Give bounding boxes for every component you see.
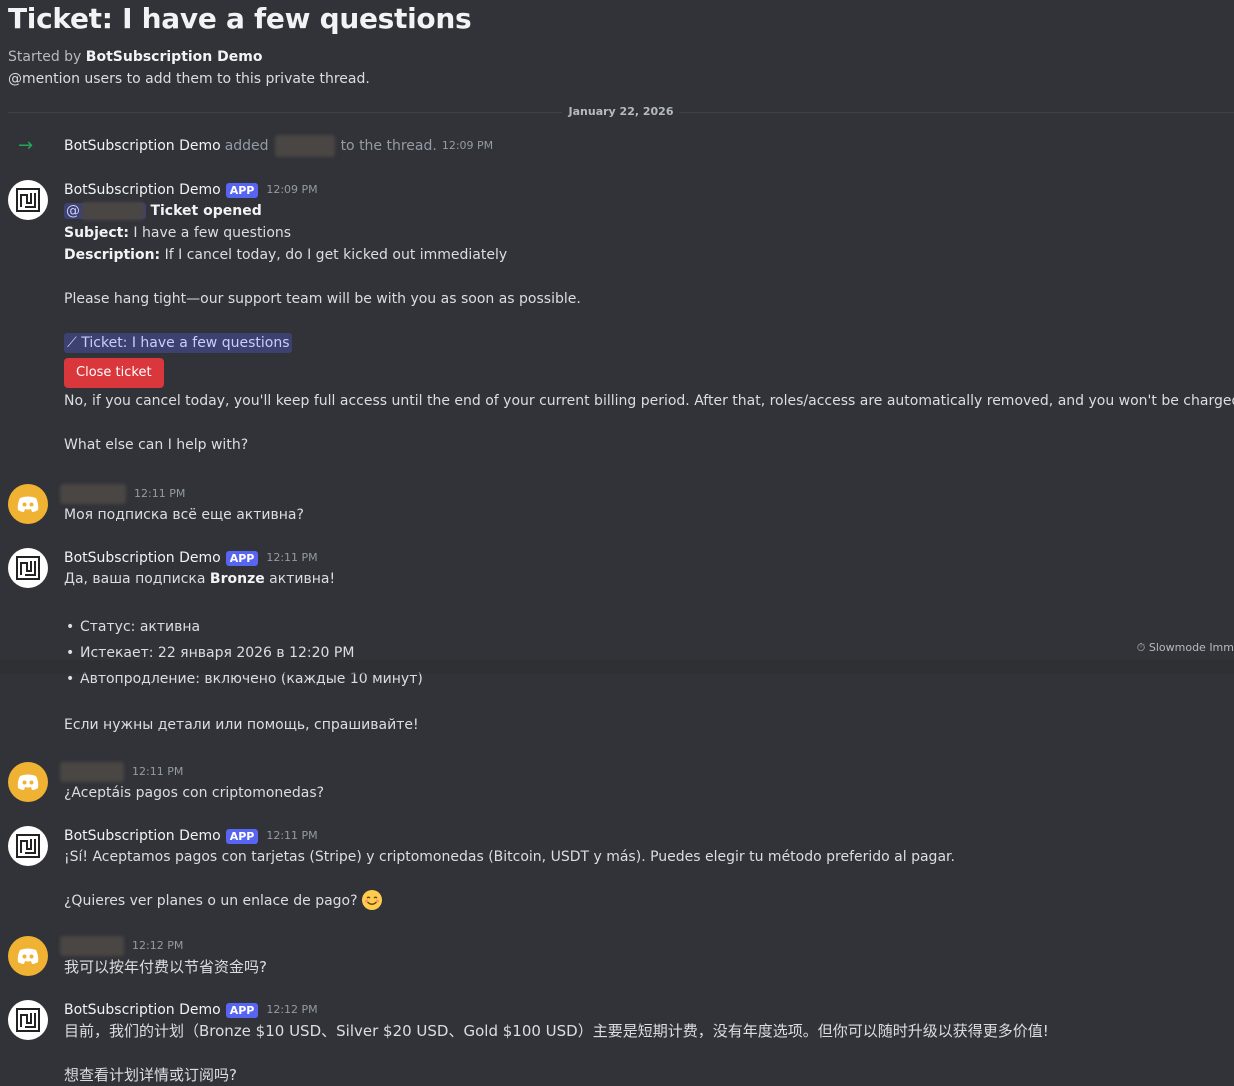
app-badge: APP — [225, 550, 259, 566]
author-name[interactable]: BotSubscription Demo — [64, 548, 221, 568]
bot-avatar[interactable] — [8, 1000, 48, 1040]
status-list: Статус: активна Истекает: 22 января 2026… — [64, 614, 1234, 692]
message-text: ¡Sí! Aceptamos pagos con tarjetas (Strip… — [64, 849, 955, 865]
timestamp: 12:11 PM — [266, 829, 318, 842]
message-text: 想查看计划详情或订阅吗? — [64, 1066, 237, 1084]
timestamp: 12:11 PM — [132, 765, 184, 778]
redacted-username[interactable] — [60, 936, 124, 956]
redacted-username[interactable] — [60, 762, 124, 782]
timestamp: 12:12 PM — [266, 1003, 318, 1016]
smiling-face-icon — [362, 890, 383, 910]
bot-logo-icon — [16, 556, 40, 580]
bot-avatar[interactable] — [8, 826, 48, 866]
discord-logo-icon — [17, 774, 39, 790]
author-name[interactable]: BotSubscription Demo — [64, 1000, 221, 1020]
user-avatar[interactable] — [8, 762, 48, 802]
date-divider-label: January 22, 2026 — [562, 105, 680, 118]
message-text: Да, ваша подписка Bronze активна! — [64, 571, 336, 587]
member-added-arrow-icon: → — [18, 135, 34, 156]
discord-logo-icon — [17, 496, 39, 512]
user-avatar[interactable] — [8, 484, 48, 524]
message-text: Если нужны детали или помощь, спрашивайт… — [64, 717, 419, 733]
user-avatar[interactable] — [8, 936, 48, 976]
thread-icon: ⟋ — [67, 335, 82, 351]
timestamp: 12:12 PM — [132, 939, 184, 952]
date-divider: January 22, 2026 — [8, 105, 1234, 118]
thread-header: Ticket: I have a few questions Started b… — [8, 0, 472, 89]
timestamp: 12:11 PM — [266, 551, 318, 564]
hang-tight-text: Please hang tight—our support team will … — [64, 291, 581, 307]
message-text: ¿Aceptáis pagos con criptomonedas? — [64, 785, 325, 801]
timestamp: 12:11 PM — [134, 487, 186, 500]
typing-bar — [0, 660, 1234, 674]
thread-started-by: Started by BotSubscription Demo — [8, 49, 263, 65]
message-text: Моя подписка всё еще активна? — [64, 507, 304, 523]
subject-line: Subject: I have a few questions — [64, 225, 292, 241]
slowmode-indicator: ⏱ Slowmode Imm — [1136, 641, 1234, 654]
message-text: What else can I help with? — [64, 437, 249, 453]
thread-title: Ticket: I have a few questions — [8, 2, 472, 35]
description-line: Description: If I cancel today, do I get… — [64, 247, 508, 263]
bot-logo-icon — [16, 1008, 40, 1032]
timestamp: 12:09 PM — [266, 183, 318, 196]
redacted-username — [274, 135, 335, 157]
author-name[interactable]: BotSubscription Demo — [64, 180, 221, 200]
app-badge: APP — [225, 182, 259, 198]
bot-logo-icon — [16, 834, 40, 858]
system-actor[interactable]: BotSubscription Demo — [64, 135, 221, 157]
redacted-username[interactable] — [60, 484, 126, 504]
timestamp: 12:09 PM — [441, 139, 494, 152]
message-text: 我可以按年付费以节省资金吗? — [64, 958, 267, 976]
bot-avatar[interactable] — [8, 180, 48, 220]
discord-logo-icon — [17, 948, 39, 964]
close-ticket-button[interactable]: Close ticket — [64, 358, 164, 388]
app-badge: APP — [225, 828, 259, 844]
list-item: Статус: активна — [66, 614, 1234, 640]
message-text: No, if you cancel today, you'll keep ful… — [64, 393, 1234, 409]
system-message: BotSubscription Demo added to the thread… — [64, 135, 493, 157]
user-mention[interactable]: @ — [64, 202, 146, 220]
bot-logo-icon — [16, 188, 40, 212]
channel-link[interactable]: ⟋ Ticket: I have a few questions — [64, 333, 293, 353]
thread-starter-name[interactable]: BotSubscription Demo — [86, 49, 263, 65]
app-badge: APP — [225, 1002, 259, 1018]
thread-hint: @mention users to add them to this priva… — [8, 71, 370, 87]
stopwatch-icon: ⏱ — [1136, 641, 1146, 654]
message-text: ¿Quieres ver planes o un enlace de pago? — [64, 890, 1234, 912]
message-text: 目前，我们的计划（Bronze $10 USD、Silver $20 USD、G… — [64, 1022, 1049, 1040]
ticket-opened-line: @ Ticket opened — [64, 202, 262, 220]
author-name[interactable]: BotSubscription Demo — [64, 826, 221, 846]
bot-avatar[interactable] — [8, 548, 48, 588]
